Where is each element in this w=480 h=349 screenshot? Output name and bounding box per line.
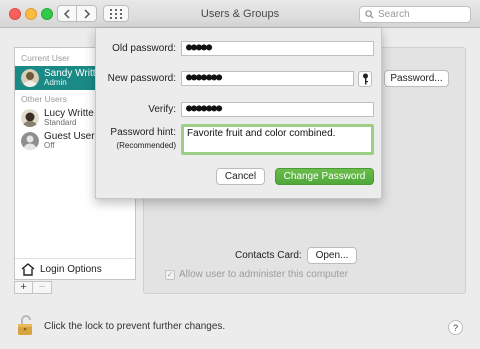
add-user-button[interactable]: +	[14, 281, 33, 294]
admin-checkbox-label: Allow user to administer this computer	[179, 269, 348, 280]
password-hint-field[interactable]: Favorite fruit and color combined.	[181, 124, 374, 155]
password-hint-label: Password hint:	[110, 127, 176, 138]
guest-avatar	[21, 132, 39, 150]
change-password-button[interactable]: Password...	[384, 70, 449, 87]
old-password-field[interactable]: ●●●●●	[181, 41, 374, 56]
lock-icon	[18, 315, 32, 335]
key-icon	[362, 73, 368, 85]
title-bar: Users & Groups	[0, 0, 480, 28]
login-options-item[interactable]: Login Options	[15, 258, 135, 280]
cancel-button[interactable]: Cancel	[216, 168, 265, 185]
lock-text: Click the lock to prevent further change…	[44, 321, 226, 332]
search-field[interactable]	[359, 6, 471, 23]
admin-checkbox-row: ✓ Allow user to administer this computer	[165, 269, 348, 280]
avatar	[21, 69, 39, 87]
login-options-label: Login Options	[40, 264, 102, 275]
old-password-label: Old password:	[112, 43, 176, 54]
new-password-field[interactable]: ●●●●●●●	[181, 71, 354, 86]
password-assistant-button[interactable]	[358, 71, 372, 87]
other-users-label: Other Users	[21, 94, 67, 104]
password-hint-sublabel: (Recommended)	[116, 141, 176, 150]
change-password-sheet: Old password: ●●●●● New password: ●●●●●●…	[95, 28, 382, 199]
add-remove-group: + −	[14, 281, 52, 294]
avatar	[21, 109, 39, 127]
search-icon	[365, 10, 374, 19]
new-password-label: New password:	[107, 73, 176, 84]
change-password-confirm-button[interactable]: Change Password	[275, 168, 374, 185]
admin-checkbox[interactable]: ✓	[165, 269, 175, 280]
search-input[interactable]	[378, 9, 463, 20]
verify-password-field[interactable]: ●●●●●●●	[181, 102, 374, 117]
current-user-label: Current User	[21, 53, 70, 63]
lock-button[interactable]	[17, 314, 35, 336]
contacts-card-label: Contacts Card:	[235, 250, 302, 261]
open-contacts-button[interactable]: Open...	[307, 247, 357, 264]
remove-user-button[interactable]: −	[33, 281, 52, 294]
help-button[interactable]: ?	[448, 320, 463, 335]
verify-label: Verify:	[148, 104, 176, 115]
house-icon	[21, 263, 35, 276]
